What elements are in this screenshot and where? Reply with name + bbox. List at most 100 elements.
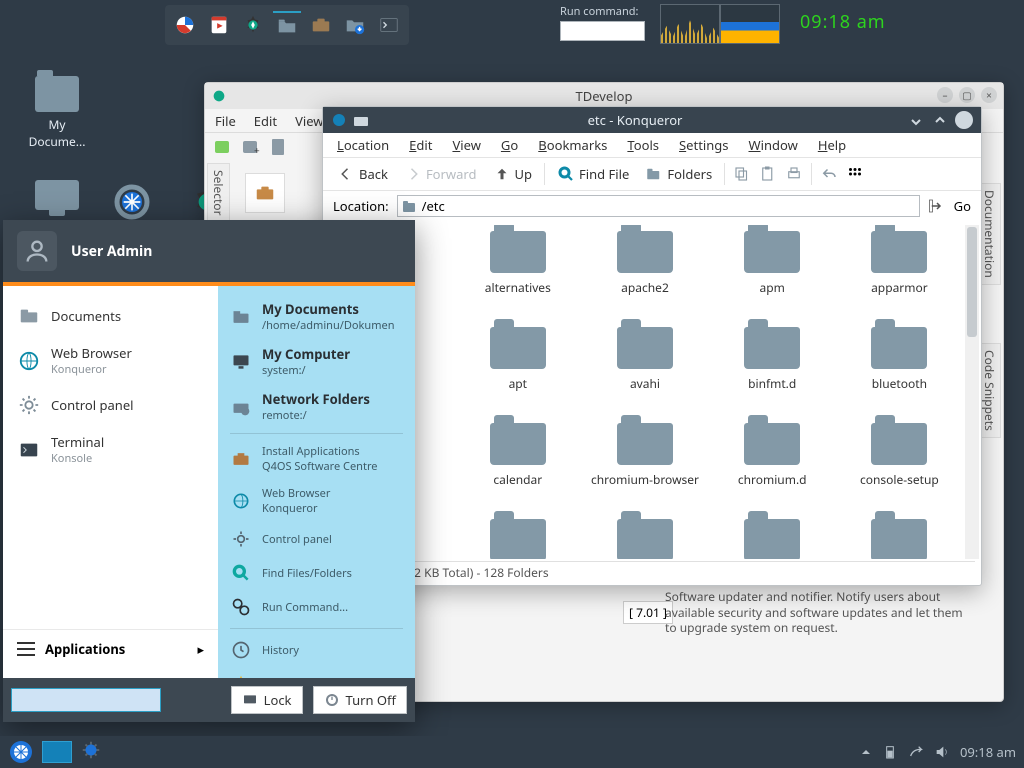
menu-edit[interactable]: Edit (254, 112, 277, 130)
folder-item[interactable]: binfmt.d (711, 327, 834, 419)
tdevelop-max-button[interactable]: ▢ (959, 87, 975, 103)
menu-location[interactable]: Location (337, 136, 389, 154)
icons-view-icon[interactable] (846, 165, 864, 183)
left-control-panel[interactable]: Control panel (3, 385, 218, 425)
launcher-terminal-icon[interactable] (375, 11, 403, 39)
right-favorites[interactable]: < Favorites (218, 667, 415, 678)
run-command-input[interactable] (560, 21, 645, 41)
start-button[interactable] (8, 739, 34, 765)
start-search-input[interactable] (11, 688, 161, 712)
launcher-play-icon[interactable] (205, 11, 233, 39)
tray-arrow-icon[interactable] (860, 746, 872, 758)
cpu-graph[interactable] (660, 4, 720, 44)
folder-item[interactable]: apm (711, 231, 834, 323)
briefcase-icon (230, 448, 252, 470)
go-label[interactable]: Go (954, 197, 971, 215)
launcher-pie-icon[interactable] (171, 11, 199, 39)
power-icon (324, 692, 340, 708)
launcher-briefcase-icon[interactable] (307, 11, 335, 39)
right-run[interactable]: Run Command... (218, 590, 415, 624)
tray-battery-icon[interactable] (882, 744, 898, 760)
menu-view[interactable]: View (295, 112, 323, 130)
user-name: User Admin (71, 242, 152, 261)
taskbar-gear-icon[interactable] (80, 739, 102, 766)
launcher-compass-icon[interactable] (239, 11, 267, 39)
star-icon (230, 673, 252, 678)
menu-bookmarks[interactable]: Bookmarks (538, 136, 607, 154)
bottom-clock[interactable]: 09:18 am (960, 743, 1016, 761)
konqueror-menubar[interactable]: Location Edit View Go Bookmarks Tools Se… (323, 133, 981, 157)
folder-icon (230, 306, 252, 328)
folder-item[interactable] (711, 519, 834, 559)
menu-edit[interactable]: Edit (409, 136, 432, 154)
tb-doc-icon[interactable] (269, 137, 289, 157)
right-mycomputer[interactable]: My Computersystem:/ (218, 339, 415, 384)
tdev-briefcase-icon[interactable] (245, 173, 285, 213)
folder-item[interactable]: chromium.d (711, 423, 834, 515)
folder-item[interactable]: apparmor (838, 231, 961, 323)
folder-item[interactable]: alternatives (456, 231, 579, 323)
tray-updates-icon[interactable] (908, 744, 924, 760)
menu-settings[interactable]: Settings (679, 136, 728, 154)
folders-button[interactable]: Folders (641, 163, 716, 185)
folder-item[interactable]: apt (456, 327, 579, 419)
tray-volume-icon[interactable] (934, 744, 950, 760)
tdevelop-close-button[interactable]: × (981, 87, 997, 103)
right-install-apps[interactable]: Install ApplicationsQ4OS Software Centre (218, 438, 415, 480)
folder-item[interactable]: avahi (583, 327, 706, 419)
folder-item[interactable]: console-setup (838, 423, 961, 515)
folder-item[interactable]: bluetooth (838, 327, 961, 419)
konq-close-button[interactable] (955, 111, 973, 129)
menu-go[interactable]: Go (501, 136, 518, 154)
up-button[interactable]: Up (489, 163, 537, 185)
menu-window[interactable]: Window (749, 136, 798, 154)
lock-button[interactable]: Lock (231, 686, 303, 714)
undo-icon[interactable] (820, 165, 838, 183)
monitor-lock-icon (242, 692, 258, 708)
scrollbar[interactable] (965, 225, 979, 559)
folder-item[interactable] (838, 519, 961, 559)
left-documents[interactable]: Documents (3, 296, 218, 336)
paste-icon[interactable] (759, 165, 777, 183)
menu-tools[interactable]: Tools (627, 136, 659, 154)
menu-file[interactable]: File (215, 112, 236, 130)
konq-min-button[interactable] (907, 111, 925, 129)
launcher-downloads-icon[interactable] (341, 11, 369, 39)
tdevelop-min-button[interactable]: – (937, 87, 953, 103)
right-network[interactable]: Network Foldersremote:/ (218, 384, 415, 429)
copy-icon[interactable] (733, 165, 751, 183)
konq-max-button[interactable] (931, 111, 949, 129)
left-applications[interactable]: Applications ▸ (3, 629, 218, 668)
network-folder-icon (230, 396, 252, 418)
right-find[interactable]: Find Files/Folders (218, 556, 415, 590)
launcher-filemanager-icon[interactable] (273, 11, 301, 39)
tdev-side-selector[interactable]: Selector (207, 163, 230, 223)
folder-item[interactable]: apache2 (583, 231, 706, 323)
go-icon[interactable] (928, 197, 946, 215)
left-browser[interactable]: Web BrowserKonqueror (3, 336, 218, 385)
right-mydocs[interactable]: My Documents/home/adminu/Dokumen (218, 294, 415, 339)
menu-view[interactable]: View (452, 136, 480, 154)
menu-help[interactable]: Help (818, 136, 846, 154)
find-file-button[interactable]: Find File (553, 163, 633, 185)
location-input[interactable] (397, 195, 920, 217)
print-icon[interactable] (785, 165, 803, 183)
tb-add-icon[interactable]: + (241, 137, 261, 157)
folder-item[interactable] (583, 519, 706, 559)
right-control-panel[interactable]: Control panel (218, 522, 415, 556)
taskbar-active-window[interactable] (42, 741, 72, 763)
turnoff-button[interactable]: Turn Off (313, 686, 408, 714)
desktop-mydocuments[interactable]: My Docume... (20, 76, 94, 150)
right-history[interactable]: History (218, 633, 415, 667)
back-button[interactable]: Back (333, 163, 392, 185)
desktop-computer[interactable] (20, 180, 94, 214)
konqueror-titlebar[interactable]: etc - Konqueror (323, 107, 981, 133)
top-clock[interactable]: 09:18 am (800, 10, 886, 34)
left-terminal[interactable]: TerminalKonsole (3, 425, 218, 474)
folder-item[interactable] (456, 519, 579, 559)
tb-new-icon[interactable] (213, 137, 233, 157)
mem-graph[interactable] (720, 4, 780, 44)
right-browser[interactable]: Web BrowserKonqueror (218, 480, 415, 522)
folder-item[interactable]: chromium-browser (583, 423, 706, 515)
folder-item[interactable]: calendar (456, 423, 579, 515)
